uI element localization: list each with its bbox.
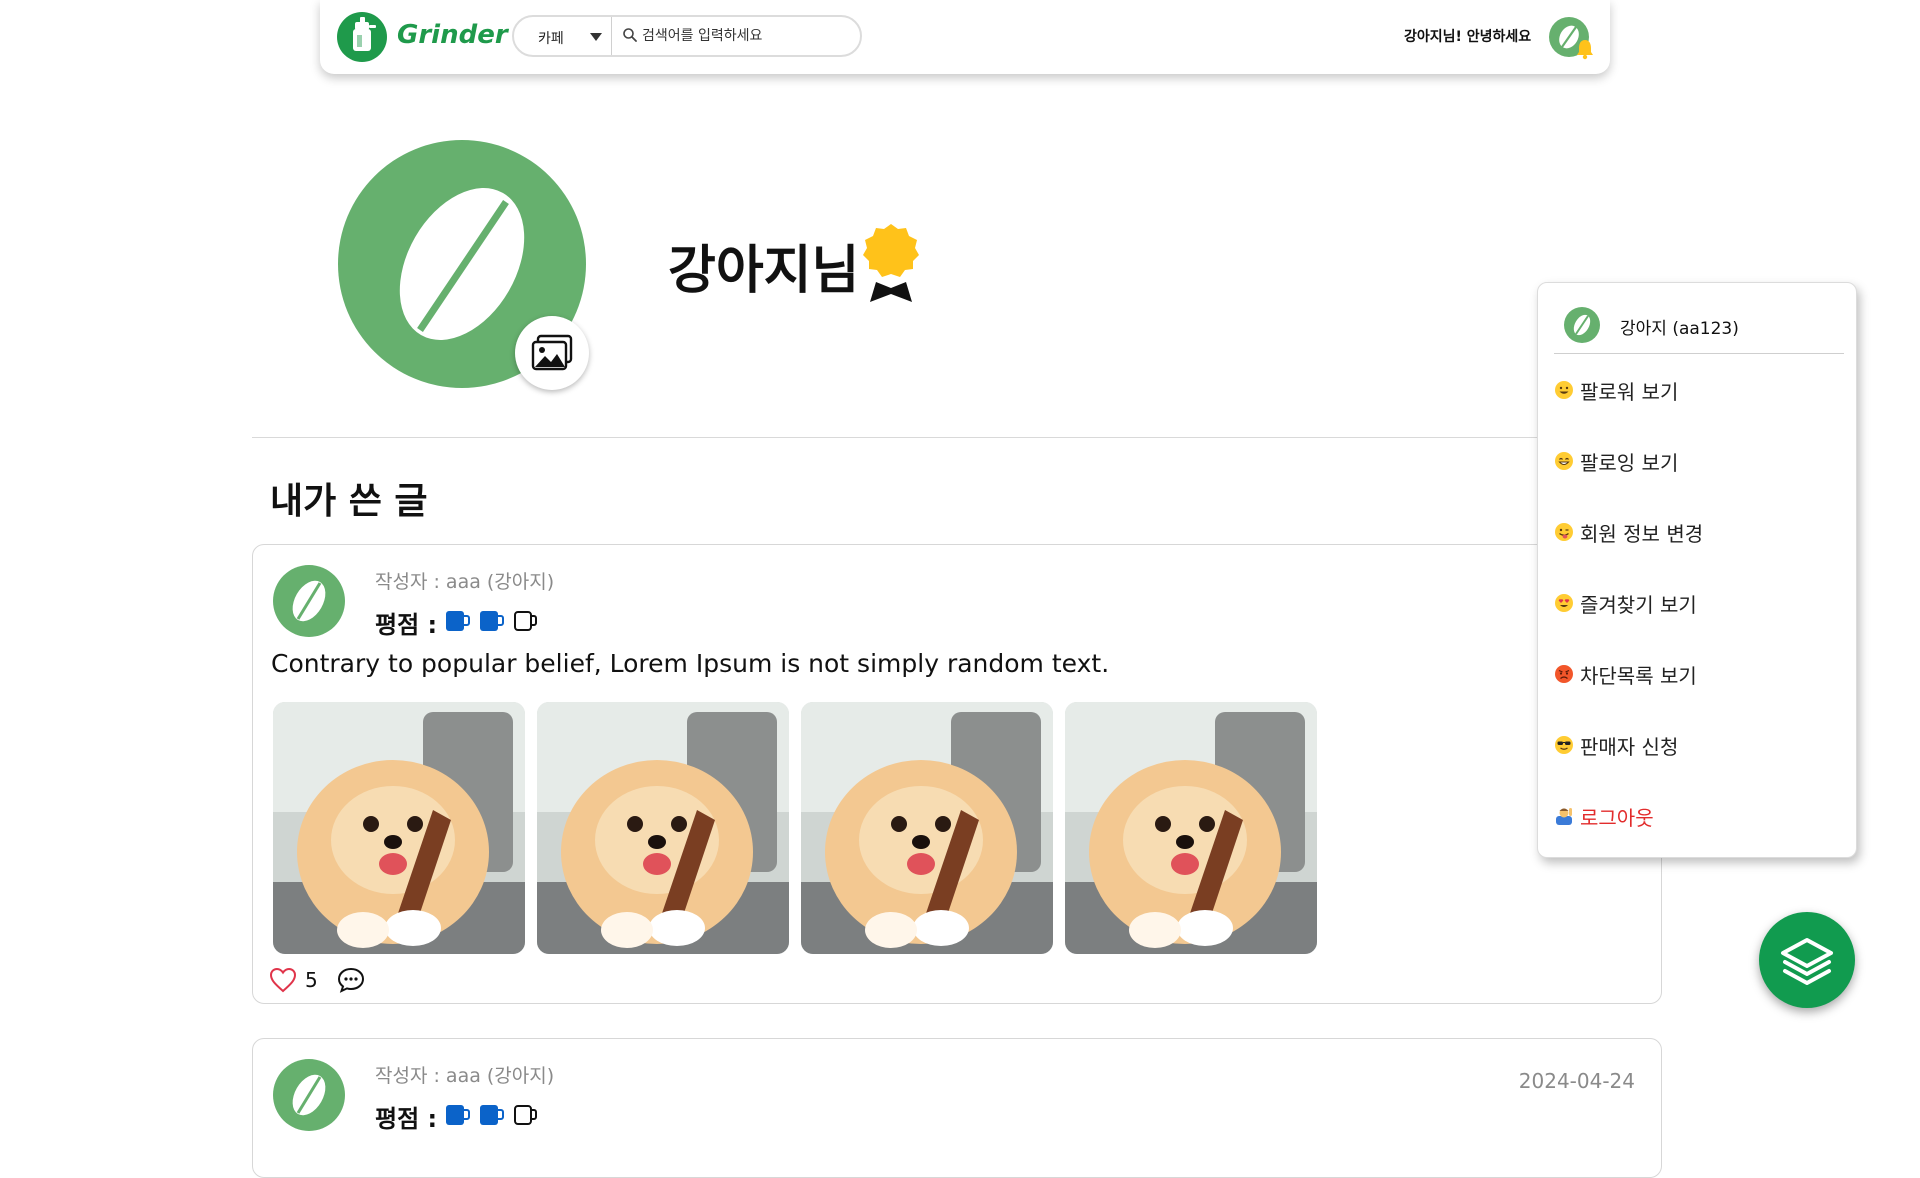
rating-cups <box>445 1103 538 1127</box>
menu-item-label: 팔로잉 보기 <box>1580 450 1679 475</box>
layers-icon <box>1781 938 1833 985</box>
menu-item-following[interactable]: 팔로잉 보기 <box>1554 446 1678 476</box>
coffee-cup-filled-icon <box>446 611 470 631</box>
profile-name: 강아지님 <box>668 241 860 301</box>
post-author: 작성자 : aaa (강아지) <box>375 571 555 593</box>
angry-emoji-icon <box>1555 665 1573 683</box>
like-count: 5 <box>305 968 318 992</box>
menu-item-followers[interactable]: 팔로워 보기 <box>1554 375 1678 405</box>
post-body: Contrary to popular belief, Lorem Ipsum … <box>271 649 1110 678</box>
heart-eyes-emoji-icon <box>1555 594 1573 612</box>
sunglasses-emoji-icon <box>1555 736 1573 754</box>
coffee-cup-filled-icon <box>480 1105 504 1125</box>
menu-item-logout[interactable]: 로그아웃 <box>1554 801 1654 831</box>
rating-label: 평점 : <box>375 1105 438 1133</box>
top-navbar: Grinder 카페 강아지님! 안녕하세요 <box>320 0 1610 74</box>
search-category-label: 카페 <box>538 31 564 47</box>
menu-item-favorites[interactable]: 즐겨찾기 보기 <box>1554 588 1697 618</box>
coffee-cup-empty-icon <box>514 1105 537 1125</box>
search-icon <box>623 28 637 42</box>
menu-item-label: 팔로워 보기 <box>1580 379 1679 404</box>
menu-item-label: 회원 정보 변경 <box>1580 521 1704 546</box>
section-title: 내가 쓴 글 <box>270 481 428 522</box>
menu-item-label: 판매자 신청 <box>1580 734 1679 759</box>
coffee-cup-filled-icon <box>446 1105 470 1125</box>
search-input[interactable] <box>642 23 852 49</box>
image-icon <box>531 334 573 371</box>
menu-item-block-list[interactable]: 차단목록 보기 <box>1554 659 1697 689</box>
waving-person-icon <box>1556 808 1572 825</box>
grin-emoji-icon <box>1555 452 1573 470</box>
post-photo[interactable] <box>273 702 525 954</box>
post-photo[interactable] <box>801 702 1053 954</box>
notification-bell-icon[interactable] <box>1574 38 1596 60</box>
post-photo[interactable] <box>1065 702 1317 954</box>
post-photo[interactable] <box>537 702 789 954</box>
tongue-emoji-icon <box>1555 523 1573 541</box>
menu-item-edit-profile[interactable]: 회원 정보 변경 <box>1554 517 1703 547</box>
logo-text[interactable]: Grinder <box>397 20 508 50</box>
user-dropdown-menu: 강아지 (aa123) 팔로워 보기 팔로잉 보기 회원 정보 변경 즐겨찾기 … <box>1537 282 1857 858</box>
caret-down-icon <box>590 33 602 41</box>
profile-divider <box>252 437 1662 438</box>
badge-icon <box>863 224 919 302</box>
menu-user-avatar <box>1564 307 1600 343</box>
coffee-cup-empty-icon <box>514 611 537 631</box>
search-category-select[interactable]: 카페 <box>514 17 612 55</box>
post-card[interactable]: 작성자 : aaa (강아지) 평점 : 2 Contrary to popul… <box>252 544 1662 1004</box>
menu-divider <box>1554 353 1844 354</box>
post-author-avatar[interactable] <box>273 1059 345 1131</box>
coffee-cup-filled-icon <box>480 611 504 631</box>
rating-label: 평점 : <box>375 611 438 639</box>
change-photo-button[interactable] <box>515 316 589 390</box>
post-author: 작성자 : aaa (강아지) <box>375 1065 555 1087</box>
layers-fab-button[interactable] <box>1759 912 1855 1008</box>
menu-user-name: 강아지 (aa123) <box>1620 319 1739 339</box>
menu-item-label: 차단목록 보기 <box>1580 663 1697 688</box>
post-author-avatar[interactable] <box>273 565 345 637</box>
post-photos <box>273 702 1317 954</box>
menu-item-label: 즐겨찾기 보기 <box>1580 592 1697 617</box>
grinder-logo-icon[interactable] <box>336 11 388 63</box>
comment-icon[interactable] <box>337 967 365 993</box>
menu-item-seller-apply[interactable]: 판매자 신청 <box>1554 730 1678 760</box>
menu-item-label: 로그아웃 <box>1580 805 1654 830</box>
rating-cups <box>445 609 538 633</box>
post-date: 2024-04-24 <box>1518 1069 1635 1093</box>
heart-icon[interactable] <box>269 967 297 993</box>
search-box: 카페 <box>512 15 862 57</box>
post-card[interactable]: 작성자 : aaa (강아지) 평점 : 2024-04-24 <box>252 1038 1662 1178</box>
greeting-text: 강아지님! 안녕하세요 <box>1404 29 1532 45</box>
grinning-emoji-icon <box>1555 381 1573 399</box>
